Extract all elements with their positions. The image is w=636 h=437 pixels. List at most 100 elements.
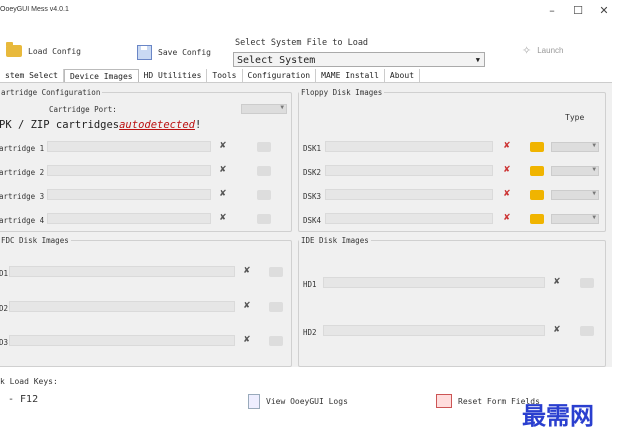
- ide-hd2-label: HD2: [303, 328, 317, 337]
- clear-icon[interactable]: ✘: [220, 164, 234, 176]
- cartridge-port-label: Cartridge Port:: [49, 105, 117, 114]
- autodetect-word: autodetected: [119, 119, 195, 131]
- tab-hd-utilities[interactable]: HD Utilities: [139, 69, 208, 82]
- folder-icon[interactable]: [530, 214, 544, 224]
- clear-icon[interactable]: ✘: [220, 212, 234, 224]
- title-bar: OoeyGUI Mess v4.0.1 – ☐ ✕: [0, 0, 636, 22]
- dsk3-field[interactable]: [325, 189, 493, 200]
- minimize-button[interactable]: –: [540, 3, 564, 19]
- folder-icon[interactable]: [580, 326, 594, 336]
- dsk2-field[interactable]: [325, 165, 493, 176]
- tab-device-images[interactable]: Device Images: [63, 69, 139, 82]
- clear-icon[interactable]: ✘: [504, 212, 518, 224]
- folder-icon[interactable]: [530, 190, 544, 200]
- clear-icon[interactable]: ✘: [504, 140, 518, 152]
- clear-icon[interactable]: ✘: [220, 188, 234, 200]
- cartridge-1-label: artridge 1: [0, 144, 45, 153]
- cartridge-1-field[interactable]: [47, 141, 211, 152]
- dsk4-type-select[interactable]: ▼: [551, 214, 599, 224]
- load-key-value: - F12: [8, 394, 39, 405]
- dsk1-field[interactable]: [325, 141, 493, 152]
- dsk4-label: DSK4: [303, 216, 322, 225]
- folder-icon[interactable]: [257, 214, 271, 224]
- chevron-down-icon: ▼: [280, 104, 284, 111]
- chevron-down-icon: ▼: [592, 190, 596, 197]
- folder-icon[interactable]: [580, 278, 594, 288]
- view-logs-label: View OoeyGUI Logs: [266, 397, 348, 406]
- load-config-button[interactable]: Load Config: [6, 42, 81, 57]
- fdc-3-field[interactable]: [9, 335, 235, 346]
- system-select[interactable]: Select System ▼: [233, 52, 485, 67]
- rocket-icon: ✧: [522, 45, 532, 57]
- chevron-down-icon: ▼: [592, 166, 596, 173]
- chevron-down-icon: ▼: [475, 56, 480, 64]
- dsk1-type-select[interactable]: ▼: [551, 142, 599, 152]
- load-config-label: Load Config: [28, 46, 81, 56]
- cartridge-group-title: artridge Configuration: [0, 88, 103, 97]
- fdc-1-label: D1: [0, 269, 9, 278]
- fdc-1-field[interactable]: [9, 266, 235, 277]
- folder-icon[interactable]: [257, 190, 271, 200]
- clear-icon[interactable]: ✘: [220, 140, 234, 152]
- clear-icon[interactable]: ✘: [244, 300, 258, 312]
- cartridge-3-field[interactable]: [47, 189, 211, 200]
- launch-button[interactable]: ✧ Launch: [522, 44, 563, 57]
- folder-icon[interactable]: [530, 166, 544, 176]
- view-logs-button[interactable]: View OoeyGUI Logs: [248, 394, 348, 409]
- ide-group-title: IDE Disk Images: [299, 236, 371, 245]
- dsk1-label: DSK1: [303, 144, 322, 153]
- window-title: OoeyGUI Mess v4.0.1: [0, 6, 69, 13]
- folder-icon[interactable]: [269, 302, 283, 312]
- fdc-2-field[interactable]: [9, 301, 235, 312]
- chevron-down-icon: ▼: [592, 142, 596, 149]
- folder-icon[interactable]: [269, 336, 283, 346]
- fdc-group: FDC Disk Images D1 ✘ D2 ✘ D3 ✘: [0, 236, 292, 367]
- chevron-down-icon: ▼: [592, 214, 596, 221]
- log-icon: [248, 394, 260, 409]
- ide-hd2-field[interactable]: [323, 325, 545, 336]
- launch-label: Launch: [537, 46, 564, 55]
- floppy-group: Floppy Disk Images Type DSK1 ✘ ▼ DSK2 ✘ …: [298, 88, 606, 232]
- reset-icon: [436, 394, 452, 408]
- folder-icon[interactable]: [257, 166, 271, 176]
- fdc-3-label: D3: [0, 338, 9, 347]
- clear-icon[interactable]: ✘: [504, 188, 518, 200]
- autodetect-note: PK / ZIP cartridgesautodetected!: [0, 119, 201, 131]
- folder-icon[interactable]: [530, 142, 544, 152]
- ide-hd1-field[interactable]: [323, 277, 545, 288]
- maximize-button[interactable]: ☐: [566, 3, 590, 19]
- clear-icon[interactable]: ✘: [244, 334, 258, 346]
- clear-icon[interactable]: ✘: [554, 276, 568, 288]
- cartridge-port-select[interactable]: ▼: [241, 104, 287, 114]
- tab-mame-install[interactable]: MAME Install: [316, 69, 385, 82]
- footer: k Load Keys: - F12 View OoeyGUI Logs Res…: [0, 367, 612, 437]
- clear-icon[interactable]: ✘: [504, 164, 518, 176]
- folder-icon: [6, 42, 22, 57]
- cartridge-group: artridge Configuration Cartridge Port: ▼…: [0, 88, 292, 232]
- folder-icon[interactable]: [257, 142, 271, 152]
- tab-about[interactable]: About: [385, 69, 421, 82]
- folder-icon[interactable]: [269, 267, 283, 277]
- tab-bar: stem Select Device Images HD Utilities T…: [0, 69, 421, 82]
- close-button[interactable]: ✕: [592, 3, 616, 19]
- save-config-button[interactable]: Save Config: [137, 45, 211, 60]
- tab-configuration[interactable]: Configuration: [243, 69, 317, 82]
- save-icon: [137, 45, 152, 60]
- device-images-panel: artridge Configuration Cartridge Port: ▼…: [0, 82, 612, 368]
- fdc-group-title: FDC Disk Images: [0, 236, 71, 245]
- cartridge-4-field[interactable]: [47, 213, 211, 224]
- tab-system-select[interactable]: stem Select: [0, 69, 64, 82]
- dsk3-type-select[interactable]: ▼: [551, 190, 599, 200]
- dsk3-label: DSK3: [303, 192, 322, 201]
- save-config-label: Save Config: [158, 48, 211, 57]
- dsk4-field[interactable]: [325, 213, 493, 224]
- tab-tools[interactable]: Tools: [207, 69, 243, 82]
- cartridge-2-field[interactable]: [47, 165, 211, 176]
- clear-icon[interactable]: ✘: [244, 265, 258, 277]
- clear-icon[interactable]: ✘: [554, 324, 568, 336]
- cartridge-2-label: artridge 2: [0, 168, 45, 177]
- select-system-label: Select System File to Load: [235, 38, 369, 48]
- dsk2-type-select[interactable]: ▼: [551, 166, 599, 176]
- dsk2-label: DSK2: [303, 168, 322, 177]
- floppy-group-title: Floppy Disk Images: [299, 88, 385, 97]
